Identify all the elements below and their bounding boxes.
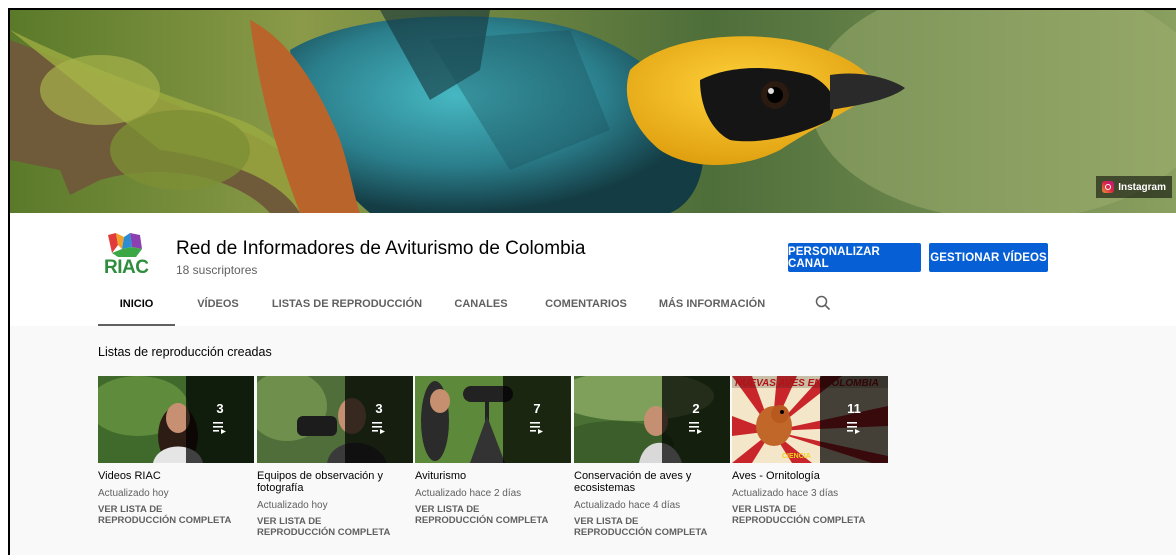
playlist-count-overlay: 3 — [345, 376, 413, 463]
playlist-card[interactable]: 3 Equipos de observación y fotografía Ac… — [257, 376, 413, 538]
playlist-card[interactable]: 2 Conservación de aves y ecosistemas Act… — [574, 376, 730, 538]
playlist-icon — [213, 422, 226, 434]
playlist-updated: Actualizado hace 3 días — [732, 488, 839, 499]
playlist-updated: Actualizado hoy — [98, 488, 169, 499]
playlist-card[interactable]: 7 Aviturismo Actualizado hace 2 días VER… — [415, 376, 571, 526]
tab-about[interactable]: MÁS INFORMACIÓN — [643, 298, 781, 326]
playlist-updated: Actualizado hace 4 días — [574, 500, 681, 511]
playlist-thumbnail[interactable]: NUEVAS AVES EN COLOMBIA CIENCIA 11 — [732, 376, 888, 463]
playlist-count-overlay: 3 — [186, 376, 254, 463]
playlist-updated: Actualizado hace 2 días — [415, 488, 522, 499]
instagram-icon — [1102, 181, 1115, 193]
instagram-link[interactable]: Instagram — [1096, 176, 1172, 198]
channel-avatar[interactable]: RIAC — [98, 229, 154, 285]
channel-tabs: INICIO VÍDEOS LISTAS DE REPRODUCCIÓN CAN… — [98, 295, 831, 326]
playlist-count-overlay: 2 — [662, 376, 730, 463]
playlist-icon — [372, 422, 385, 434]
playlist-icon — [689, 422, 702, 434]
section-title: Listas de reproducción creadas — [98, 345, 272, 359]
playlist-title[interactable]: Aves - Ornitología — [732, 470, 888, 482]
playlist-icon — [847, 422, 860, 434]
video-count: 3 — [216, 401, 224, 416]
playlist-thumbnail[interactable]: 3 — [257, 376, 413, 463]
playlist-card[interactable]: 3 Videos RIAC Actualizado hoy VER LISTA … — [98, 376, 254, 526]
video-count: 7 — [533, 401, 541, 416]
riac-logo-mark — [108, 233, 142, 257]
view-full-playlist-link[interactable]: VER LISTA DE REPRODUCCIÓN COMPLETA — [574, 516, 714, 538]
customize-channel-button[interactable]: PERSONALIZAR CANAL — [788, 243, 921, 272]
channel-header: RIAC Red de Informadores de Aviturismo d… — [10, 213, 1176, 326]
thumbnail-caption: CIENCIA — [782, 453, 811, 460]
tab-channels[interactable]: CANALES — [433, 298, 529, 326]
playlist-thumbnail[interactable]: 2 — [574, 376, 730, 463]
playlist-title[interactable]: Videos RIAC — [98, 470, 254, 482]
playlist-icon — [530, 422, 543, 434]
video-count: 11 — [847, 401, 861, 416]
view-full-playlist-link[interactable]: VER LISTA DE REPRODUCCIÓN COMPLETA — [732, 504, 872, 526]
playlist-count-overlay: 7 — [503, 376, 571, 463]
riac-logo-text: RIAC — [104, 257, 149, 278]
playlist-title[interactable]: Conservación de aves y ecosistemas — [574, 470, 730, 494]
tab-playlists[interactable]: LISTAS DE REPRODUCCIÓN — [261, 298, 433, 326]
playlist-card[interactable]: NUEVAS AVES EN COLOMBIA CIENCIA 11 Aves … — [732, 376, 888, 526]
youtube-channel-page: Instagram RIAC Red de Informadores de Av… — [8, 8, 1176, 555]
video-count: 2 — [692, 401, 700, 416]
view-full-playlist-link[interactable]: VER LISTA DE REPRODUCCIÓN COMPLETA — [257, 516, 397, 538]
playlist-title[interactable]: Aviturismo — [415, 470, 571, 482]
tab-inicio[interactable]: INICIO — [98, 298, 175, 326]
banner-bird-image — [10, 10, 1176, 213]
view-full-playlist-link[interactable]: VER LISTA DE REPRODUCCIÓN COMPLETA — [98, 504, 238, 526]
playlist-updated: Actualizado hoy — [257, 500, 328, 511]
video-count: 3 — [375, 401, 383, 416]
search-icon[interactable] — [814, 294, 832, 312]
playlist-count-overlay: 11 — [820, 376, 888, 463]
channel-banner: Instagram — [10, 10, 1176, 213]
instagram-link-label: Instagram — [1118, 181, 1166, 193]
playlists-section: Listas de reproducción creadas 3 Videos … — [10, 326, 1176, 555]
tab-comments[interactable]: COMENTARIOS — [529, 298, 643, 326]
playlist-thumbnail[interactable]: 3 — [98, 376, 254, 463]
playlist-thumbnail[interactable]: 7 — [415, 376, 571, 463]
playlist-title[interactable]: Equipos de observación y fotografía — [257, 470, 413, 494]
view-full-playlist-link[interactable]: VER LISTA DE REPRODUCCIÓN COMPLETA — [415, 504, 555, 526]
channel-title: Red de Informadores de Aviturismo de Col… — [176, 238, 586, 259]
manage-videos-button[interactable]: GESTIONAR VÍDEOS — [929, 243, 1048, 272]
tab-videos[interactable]: VÍDEOS — [175, 298, 261, 326]
subscriber-count: 18 suscriptores — [176, 263, 258, 277]
